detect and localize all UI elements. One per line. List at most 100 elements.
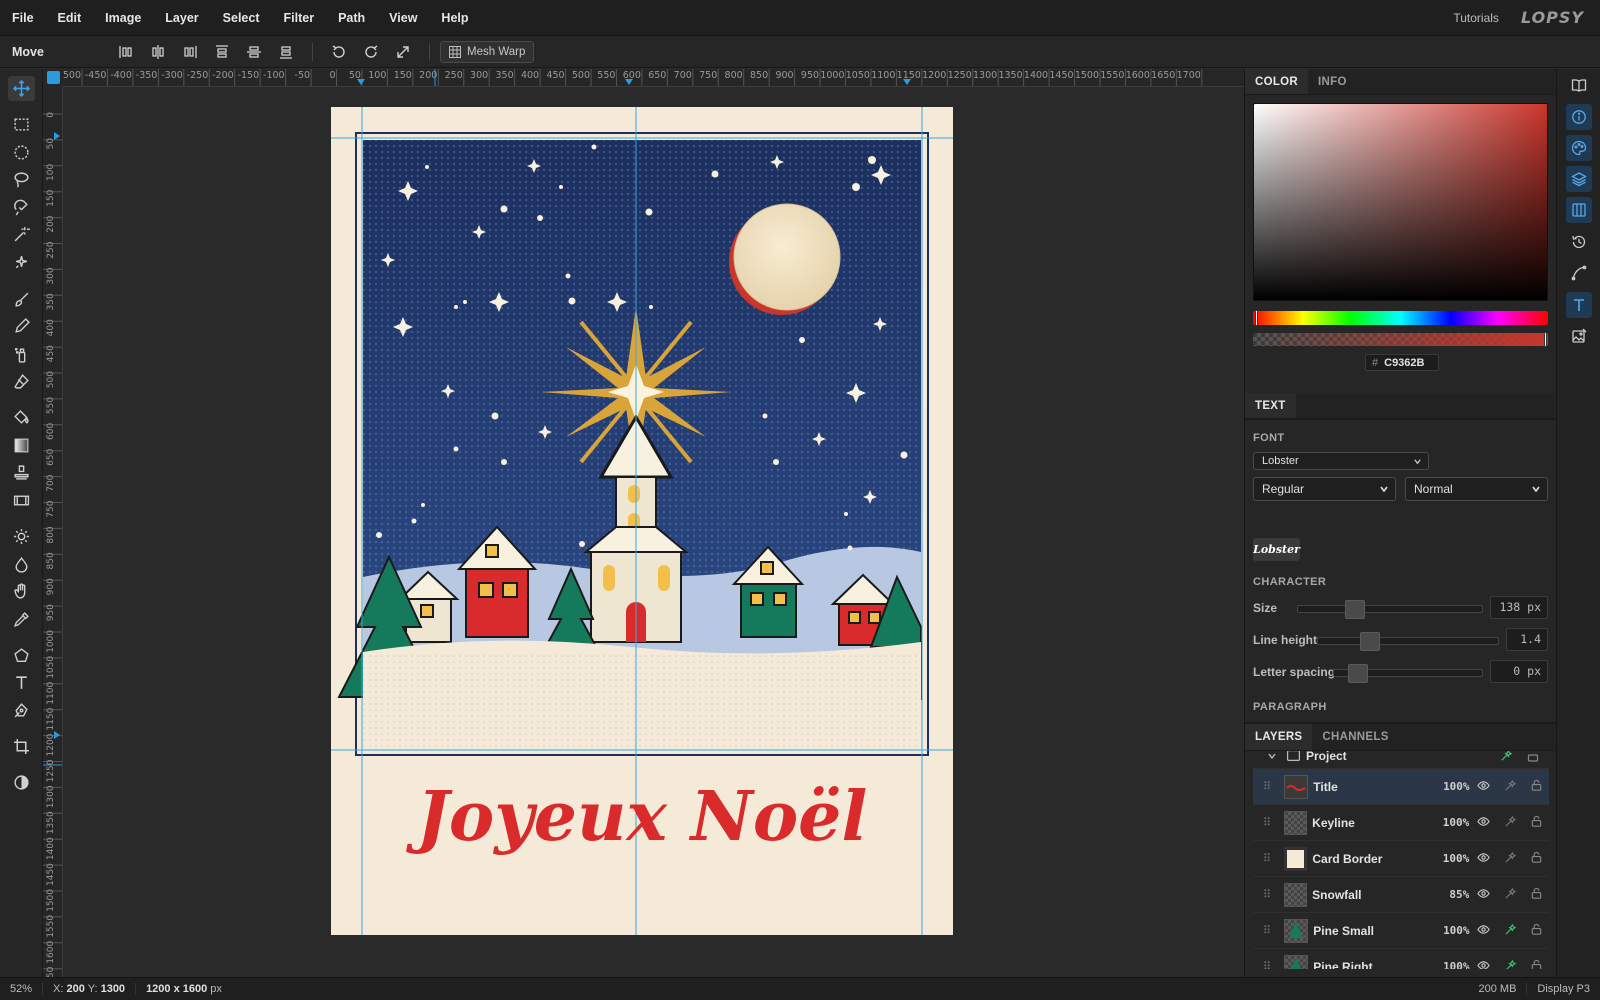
drag-handle-icon[interactable]: ⠿ [1263,888,1274,901]
canvas-workspace[interactable]: Joyeux Noël [63,87,1244,977]
rotate-left-button[interactable] [327,40,351,64]
chevron-down-icon[interactable] [1267,751,1277,761]
effects-toggle[interactable] [1498,923,1522,939]
pattern-tool[interactable] [8,488,35,513]
align-left-button[interactable] [114,40,138,64]
stamp-tool[interactable] [8,460,35,485]
alpha-slider-handle[interactable] [1544,332,1547,347]
letter-spacing-slider[interactable] [1333,664,1483,683]
strip-paths-button[interactable] [1566,260,1592,286]
vertical-ruler[interactable]: 0 50 100 150 200 250 300 350 400 450 500 550 600 650 7… [43,87,63,977]
rotate-right-button[interactable] [359,40,383,64]
font-style-select[interactable]: Regular [1253,477,1396,501]
line-height-slider-handle[interactable] [1360,632,1380,651]
gradient-tool[interactable] [8,433,35,458]
strip-info-button[interactable] [1566,104,1592,130]
tab-layers[interactable]: LAYERS [1245,724,1313,750]
align-right-button[interactable] [178,40,202,64]
spray-tool[interactable] [8,342,35,367]
tab-color[interactable]: COLOR [1245,69,1309,94]
strip-image-button[interactable] [1566,323,1592,349]
guide-marker[interactable] [54,731,60,739]
hue-slider-handle[interactable] [1255,310,1258,326]
layer-row-keyline[interactable]: ⠿ Keyline 100% [1253,805,1549,841]
menu-file[interactable]: File [0,11,46,25]
size-slider[interactable] [1297,600,1483,619]
tab-info[interactable]: INFO [1308,69,1357,94]
layer-row-pine-small[interactable]: ⠿ Pine Small 100% [1253,913,1549,949]
align-bottom-button[interactable] [274,40,298,64]
letter-spacing-slider-handle[interactable] [1348,664,1368,683]
rect-select-tool[interactable] [8,112,35,137]
visibility-toggle[interactable] [1471,851,1496,867]
shape-tool[interactable] [8,643,35,668]
menu-select[interactable]: Select [211,11,272,25]
drag-handle-icon[interactable]: ⠿ [1263,780,1274,793]
type-tool[interactable] [8,670,35,695]
lock-toggle[interactable] [1525,923,1549,939]
lock-icon[interactable] [1527,751,1539,762]
font-family-select[interactable]: Lobster [1253,452,1429,470]
strip-history-button[interactable] [1566,229,1592,255]
visibility-toggle[interactable] [1471,815,1496,831]
dodge-tool[interactable] [8,524,35,549]
line-height-slider[interactable] [1317,632,1499,651]
layer-row-title[interactable]: ⠿ Title 100% [1253,769,1549,805]
brush-tool[interactable] [8,287,35,312]
layer-row-snowfall[interactable]: ⠿ Snowfall 85% [1253,877,1549,913]
tab-channels[interactable]: CHANNELS [1312,724,1398,750]
menu-image[interactable]: Image [93,11,153,25]
effects-toggle[interactable] [1498,815,1523,831]
lasso-tool[interactable] [8,167,35,192]
hand-tool[interactable] [8,579,35,604]
alpha-slider[interactable] [1253,332,1548,347]
effects-toggle[interactable] [1498,959,1522,969]
strip-text-button[interactable] [1566,292,1592,318]
guide-marker[interactable] [54,132,60,140]
lock-toggle[interactable] [1524,815,1549,831]
quick-select-tool[interactable] [8,250,35,275]
drag-handle-icon[interactable]: ⠿ [1263,852,1274,865]
menu-help[interactable]: Help [429,11,480,25]
strip-layers-button[interactable] [1566,166,1592,192]
align-middle-v-button[interactable] [242,40,266,64]
strip-color-button[interactable] [1566,135,1592,161]
crop-tool[interactable] [8,734,35,759]
hex-input[interactable]: # C9362B [1365,354,1439,371]
menu-filter[interactable]: Filter [272,11,327,25]
ellipse-select-tool[interactable] [8,140,35,165]
artboard[interactable]: Joyeux Noël [331,107,953,935]
layer-row-pine-right[interactable]: ⠿ Pine Right 100% [1253,949,1549,969]
fill-tool[interactable] [8,405,35,430]
align-center-h-button[interactable] [146,40,170,64]
visibility-toggle[interactable] [1472,959,1496,969]
eyedropper-tool[interactable] [8,607,35,632]
strip-channels-button[interactable] [1566,197,1592,223]
line-height-input[interactable]: 1.4 [1506,628,1548,651]
smudge-tool[interactable] [8,552,35,577]
fit-transform-button[interactable] [391,40,415,64]
effects-icon[interactable] [1500,751,1513,762]
align-top-button[interactable] [210,40,234,64]
effects-toggle[interactable] [1498,851,1523,867]
lock-toggle[interactable] [1525,959,1549,969]
letter-spacing-input[interactable]: 0 px [1490,660,1548,683]
drag-handle-icon[interactable]: ⠿ [1263,816,1274,829]
ruler-origin-marker[interactable] [47,71,60,84]
strip-book-button[interactable] [1566,72,1592,98]
menu-path[interactable]: Path [326,11,377,25]
layer-row-card-border[interactable]: ⠿ Card Border 100% [1253,841,1549,877]
move-tool[interactable] [8,76,35,101]
magic-wand-tool[interactable] [8,222,35,247]
visibility-toggle[interactable] [1472,779,1496,795]
horizontal-ruler[interactable]: -500-450-400-350-300-250-200-150-100-500… [63,69,1244,87]
menu-view[interactable]: View [377,11,429,25]
size-slider-handle[interactable] [1345,600,1365,619]
menu-layer[interactable]: Layer [153,11,210,25]
lock-toggle[interactable] [1524,851,1549,867]
guide-marker[interactable] [357,79,365,85]
pencil-tool[interactable] [8,314,35,339]
guide-marker[interactable] [625,79,633,85]
zoom-level[interactable]: 52% [0,983,44,995]
saturation-value-field[interactable] [1253,103,1548,301]
